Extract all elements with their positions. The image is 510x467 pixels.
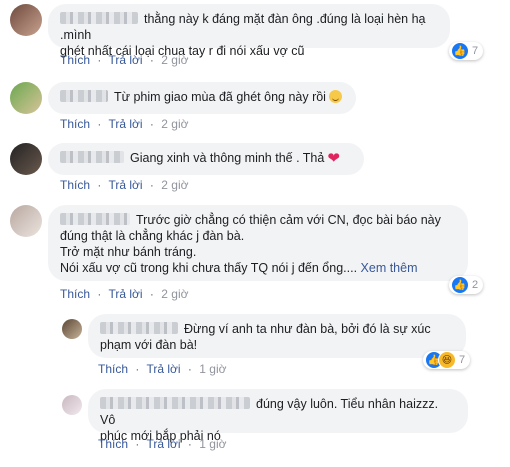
like-icon: 👍: [451, 42, 469, 60]
avatar[interactable]: [10, 143, 42, 175]
separator: ·: [135, 362, 140, 376]
like-icon: 👍: [451, 276, 469, 294]
separator: ·: [187, 437, 192, 451]
comment-text: Trở mặt như bánh tráng.: [60, 245, 197, 259]
haha-icon: 😆: [438, 351, 456, 369]
timestamp[interactable]: 2 giờ: [161, 117, 188, 131]
comment-text: Giang xinh và thông minh thế . Thả: [130, 151, 325, 165]
comment-bubble: Giang xinh và thông minh thế . Thả ❤: [48, 143, 364, 175]
reaction-count: 7: [472, 45, 479, 57]
comment-actions: Thích · Trả lời · 2 giờ: [60, 178, 188, 192]
reply-button[interactable]: Trả lời: [108, 287, 142, 301]
reaction-summary[interactable]: 👍 2: [449, 276, 484, 294]
comment-text: Nói xấu vợ cũ trong khi chưa thấy TQ nói…: [60, 261, 358, 275]
avatar[interactable]: [10, 205, 42, 237]
separator: ·: [97, 53, 102, 67]
separator: ·: [97, 287, 102, 301]
comment-actions: Thích · Trả lời · 2 giờ: [60, 287, 188, 301]
avatar[interactable]: [10, 4, 42, 36]
reply-button[interactable]: Trả lời: [146, 362, 180, 376]
commenter-name[interactable]: [60, 90, 108, 102]
avatar[interactable]: [62, 319, 82, 339]
comment-bubble: Trước giờ chẳng có thiện cảm với CN, đọc…: [48, 205, 468, 281]
avatar[interactable]: [62, 395, 82, 415]
separator: ·: [149, 287, 154, 301]
separator: ·: [97, 178, 102, 192]
separator: ·: [187, 362, 192, 376]
like-button[interactable]: Thích: [98, 437, 128, 451]
reply-bubble: Đừng ví anh ta như đàn bà, bởi đó là sự …: [88, 314, 466, 358]
separator: ·: [135, 437, 140, 451]
comment-bubble: Từ phim giao mùa đã ghét ông này rồi: [48, 82, 356, 114]
comment-actions: Thích · Trả lời · 2 giờ: [60, 117, 188, 131]
reply-text: phạm với đàn bà!: [100, 338, 198, 352]
reply-button[interactable]: Trả lời: [108, 178, 142, 192]
separator: ·: [149, 178, 154, 192]
like-button[interactable]: Thích: [60, 287, 90, 301]
timestamp[interactable]: 2 giờ: [161, 178, 188, 192]
reply-bubble: đúng vậy luôn. Tiểu nhân haizzz. Vô phúc…: [88, 389, 468, 443]
reply-actions: Thích · Trả lời · 1 giờ: [98, 437, 226, 451]
commenter-name[interactable]: [60, 213, 130, 225]
reaction-summary[interactable]: 👍 7: [449, 42, 484, 60]
like-button[interactable]: Thích: [60, 178, 90, 192]
blush-emoji-icon: [328, 90, 342, 103]
heart-emoji-icon: ❤: [327, 150, 340, 167]
comment-bubble: thằng này k đáng mặt đàn ông .đúng là lo…: [48, 4, 450, 58]
comment-actions: Thích · Trả lời · 2 giờ: [60, 53, 188, 67]
comment-text: đúng thật là chẳng khác j đàn bà.: [60, 229, 245, 243]
timestamp[interactable]: 1 giờ: [199, 437, 226, 451]
commenter-name[interactable]: [100, 397, 250, 409]
like-button[interactable]: Thích: [60, 117, 90, 131]
separator: ·: [149, 117, 154, 131]
reply-button[interactable]: Trả lời: [108, 53, 142, 67]
reaction-count: 7: [459, 354, 466, 366]
reply-text: Đừng ví anh ta như đàn bà, bởi đó là sự …: [184, 322, 431, 336]
commenter-name[interactable]: [60, 151, 124, 163]
timestamp[interactable]: 2 giờ: [161, 53, 188, 67]
reply-button[interactable]: Trả lời: [146, 437, 180, 451]
separator: ·: [149, 53, 154, 67]
reaction-summary[interactable]: 👍 😆 7: [423, 351, 471, 369]
comment-text: Trước giờ chẳng có thiện cảm với CN, đọc…: [136, 213, 441, 227]
reply-button[interactable]: Trả lời: [108, 117, 142, 131]
like-button[interactable]: Thích: [60, 53, 90, 67]
like-button[interactable]: Thích: [98, 362, 128, 376]
avatar[interactable]: [10, 82, 42, 114]
reaction-count: 2: [472, 279, 479, 291]
timestamp[interactable]: 1 giờ: [199, 362, 226, 376]
commenter-name[interactable]: [100, 322, 178, 334]
reply-actions: Thích · Trả lời · 1 giờ: [98, 362, 226, 376]
timestamp[interactable]: 2 giờ: [161, 287, 188, 301]
separator: ·: [97, 117, 102, 131]
see-more-link[interactable]: Xem thêm: [361, 261, 418, 275]
commenter-name[interactable]: [60, 12, 138, 24]
comment-text: Từ phim giao mùa đã ghét ông này rồi: [114, 90, 326, 104]
